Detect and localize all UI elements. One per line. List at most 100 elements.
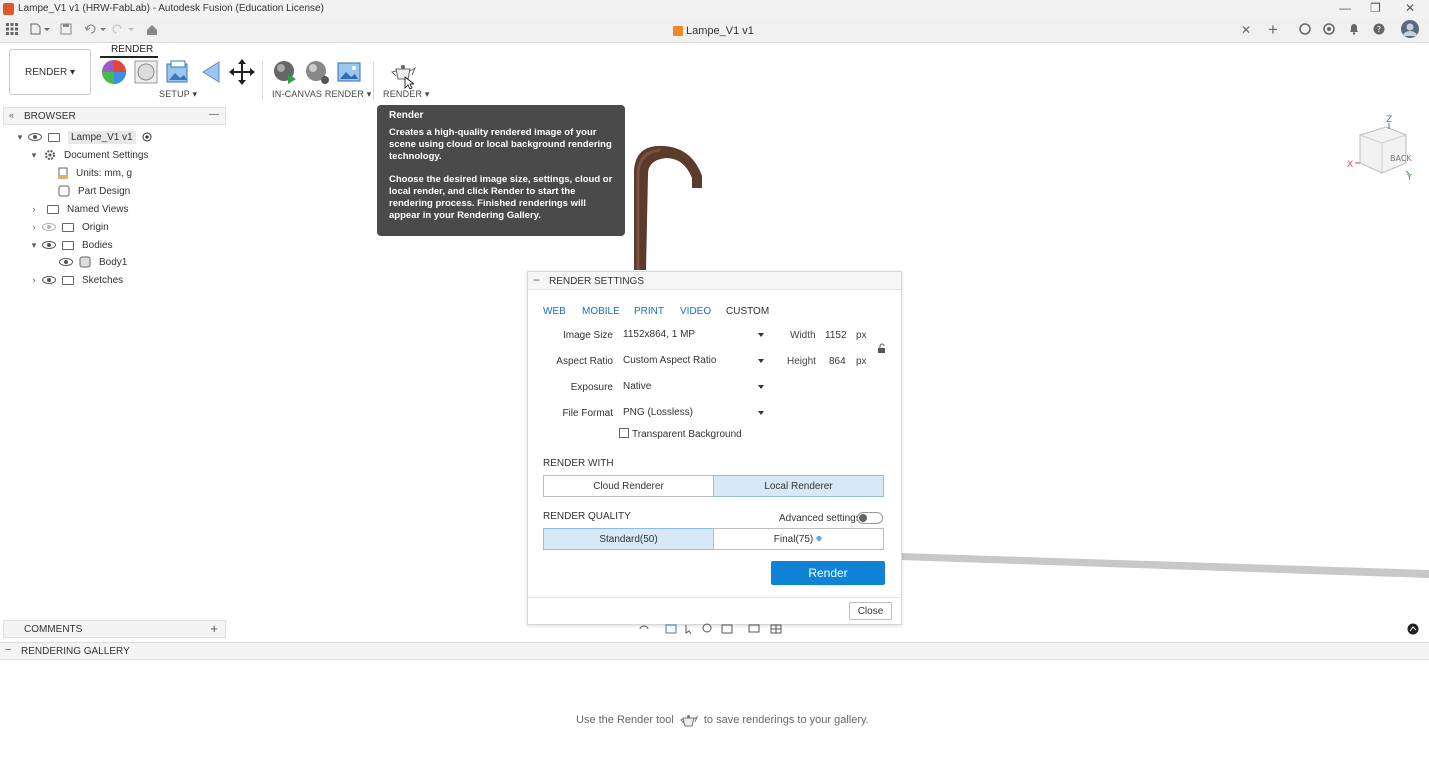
visibility-eye-icon[interactable] xyxy=(59,258,73,266)
in-canvas-render-group-label[interactable]: IN-CANVAS RENDER ▾ xyxy=(272,89,371,100)
dialog-header[interactable]: − RENDER SETTINGS xyxy=(528,272,901,290)
scene-settings-icon[interactable] xyxy=(165,59,191,85)
dialog-collapse-button[interactable]: − xyxy=(533,273,540,287)
physical-material-icon[interactable] xyxy=(133,59,159,85)
render-with-label: RENDER WITH xyxy=(543,458,614,469)
add-comment-button[interactable]: + xyxy=(210,621,218,636)
comments-toggle-icon[interactable] xyxy=(1407,623,1419,635)
expand-chevron-icon[interactable]: ▾ xyxy=(29,240,39,251)
workspace-switcher[interactable]: RENDER ▾ xyxy=(9,49,91,95)
appearance-icon[interactable] xyxy=(101,59,127,85)
gallery-collapse-button[interactable]: − xyxy=(5,644,11,656)
tooltip-paragraph-2: Choose the desired image size, settings,… xyxy=(389,174,613,221)
minimize-button[interactable]: — xyxy=(1339,1,1351,15)
preset-print[interactable]: PRINT xyxy=(634,306,664,317)
chevron-down-icon xyxy=(758,411,764,415)
exposure-dropdown[interactable]: Native xyxy=(622,379,768,397)
undo-icon[interactable] xyxy=(84,23,108,35)
display-settings-icon[interactable] xyxy=(748,624,760,633)
width-input[interactable]: 1152 xyxy=(825,330,847,341)
tree-item-units[interactable]: Units: mm, g xyxy=(58,164,132,182)
aspect-ratio-dropdown[interactable]: Custom Aspect Ratio xyxy=(622,353,768,371)
tree-item-document-settings[interactable]: ▾ Document Settings xyxy=(29,146,149,164)
tree-item-label: Sketches xyxy=(82,274,124,286)
visibility-eye-icon[interactable] xyxy=(42,276,56,284)
pan-hand-icon[interactable] xyxy=(685,625,692,635)
close-tab-icon[interactable]: ✕ xyxy=(1241,23,1251,37)
hidden-eye-icon[interactable] xyxy=(42,223,56,231)
render-group-label[interactable]: RENDER ▾ xyxy=(383,89,430,100)
help-icon[interactable]: ? xyxy=(1373,23,1385,35)
capture-image-icon[interactable] xyxy=(336,59,362,85)
home-icon[interactable] xyxy=(146,24,158,36)
move-icon[interactable] xyxy=(229,59,255,85)
standard-quality-button[interactable]: Standard(50) xyxy=(543,528,714,550)
preset-custom[interactable]: CUSTOM xyxy=(726,306,769,317)
image-size-dropdown[interactable]: 1152x864, 1 MP xyxy=(622,327,768,345)
browser-panel-header[interactable]: « BROWSER — xyxy=(3,107,226,125)
texture-map-icon[interactable] xyxy=(198,59,224,85)
tree-item-root[interactable]: ▾ Lampe_V1 v1 xyxy=(15,128,152,146)
maximize-button[interactable]: ❐ xyxy=(1370,1,1381,15)
cloud-renderer-button[interactable]: Cloud Renderer xyxy=(543,475,714,497)
final-quality-label: Final(75) xyxy=(773,533,814,545)
visibility-eye-icon[interactable] xyxy=(42,241,56,249)
save-icon[interactable] xyxy=(60,23,72,35)
expand-chevron-icon[interactable]: › xyxy=(29,275,39,285)
expand-chevron-icon[interactable]: ▾ xyxy=(15,132,25,143)
tree-item-body1[interactable]: Body1 xyxy=(56,253,127,271)
tree-item-sketches[interactable]: › Sketches xyxy=(29,271,124,289)
setup-group-label[interactable]: SETUP ▾ xyxy=(159,89,197,100)
tree-item-named-views[interactable]: › Named Views xyxy=(29,200,129,218)
close-window-button[interactable]: ✕ xyxy=(1405,1,1415,15)
grid-settings-icon[interactable] xyxy=(770,624,782,634)
lamp-model[interactable] xyxy=(620,140,720,272)
tree-item-bodies[interactable]: ▾ Bodies xyxy=(29,236,113,254)
collapse-panel-icon[interactable]: « xyxy=(9,110,14,120)
new-tab-icon[interactable]: + xyxy=(1268,20,1278,40)
in-canvas-render-icon[interactable] xyxy=(272,59,298,85)
tab-render[interactable]: RENDER xyxy=(111,44,153,55)
activate-radio-icon[interactable] xyxy=(142,132,152,142)
gallery-header[interactable]: − RENDERING GALLERY xyxy=(0,643,1429,660)
zoom-icon[interactable] xyxy=(702,623,712,633)
advanced-settings-label: Advanced settings xyxy=(779,513,861,524)
preset-mobile[interactable]: MOBILE xyxy=(582,306,620,317)
job-status-icon[interactable] xyxy=(1323,23,1335,35)
comments-panel-header[interactable]: COMMENTS + xyxy=(3,620,226,638)
look-at-icon[interactable] xyxy=(665,624,677,634)
tree-item-origin[interactable]: › Origin xyxy=(29,218,109,236)
design-type-icon xyxy=(58,185,70,197)
aspect-lock-icon[interactable] xyxy=(877,343,887,354)
browser-minimize-button[interactable]: — xyxy=(209,109,219,120)
expand-chevron-icon[interactable]: › xyxy=(29,222,39,232)
svg-text:?: ? xyxy=(1377,25,1381,34)
transparent-background-checkbox[interactable] xyxy=(619,428,629,438)
browser-title: BROWSER xyxy=(24,111,76,122)
expand-chevron-icon[interactable]: ▾ xyxy=(29,150,39,161)
orbit-icon[interactable] xyxy=(639,625,649,630)
in-canvas-settings-icon[interactable] xyxy=(304,59,330,85)
image-size-label: Image Size xyxy=(562,330,613,341)
height-input[interactable]: 864 xyxy=(829,356,846,367)
final-quality-button[interactable]: Final(75) xyxy=(713,528,884,550)
local-renderer-button[interactable]: Local Renderer xyxy=(713,475,884,497)
extensions-icon[interactable] xyxy=(1299,23,1311,35)
visibility-eye-icon[interactable] xyxy=(28,133,42,141)
preset-video[interactable]: VIDEO xyxy=(680,306,711,317)
document-tab[interactable]: Lampe_V1 v1 xyxy=(686,25,754,37)
fit-icon[interactable] xyxy=(721,624,733,634)
app-grid-icon[interactable] xyxy=(6,23,18,35)
notifications-bell-icon[interactable] xyxy=(1348,23,1360,35)
redo-icon[interactable] xyxy=(112,23,136,35)
user-avatar[interactable] xyxy=(1401,20,1419,38)
render-button[interactable]: Render xyxy=(771,561,885,585)
expand-chevron-icon[interactable]: › xyxy=(29,204,39,214)
close-button[interactable]: Close xyxy=(849,602,892,620)
advanced-settings-toggle[interactable] xyxy=(857,512,883,524)
tree-item-part-design[interactable]: Part Design xyxy=(58,182,130,200)
view-cube[interactable]: BACK Z X Y xyxy=(1346,113,1416,183)
preset-web[interactable]: WEB xyxy=(543,306,566,317)
file-format-dropdown[interactable]: PNG (Lossless) xyxy=(622,405,768,423)
file-menu-icon[interactable] xyxy=(30,23,50,35)
